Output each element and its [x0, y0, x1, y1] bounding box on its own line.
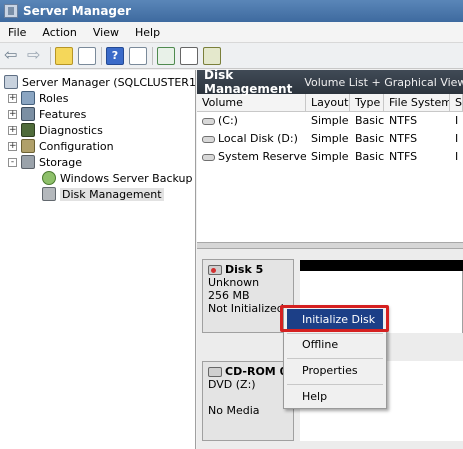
volume-status: I	[455, 114, 459, 127]
show-hide-tree-icon[interactable]	[78, 46, 96, 65]
tree-item-windows-server-backup[interactable]: Windows Server Backup	[42, 170, 193, 186]
diagnostics-icon	[21, 123, 35, 137]
tree-item-roles[interactable]: + Roles	[8, 90, 68, 106]
volume-status: I	[455, 150, 459, 163]
up-folder-icon[interactable]	[55, 46, 73, 65]
volume-icon	[202, 153, 215, 161]
disk-not-initialized-icon	[208, 264, 222, 275]
volume-type: Basic	[355, 132, 384, 145]
back-icon[interactable]	[4, 45, 22, 65]
table-row[interactable]: (C:) Simple Basic NTFS I	[197, 112, 463, 130]
features-icon	[21, 107, 35, 121]
roles-icon	[21, 91, 35, 105]
tree-item-features[interactable]: + Features	[8, 106, 86, 122]
disk-name: Disk 5	[225, 263, 264, 276]
highlight-callout-box	[280, 305, 389, 332]
volume-icon	[202, 135, 215, 143]
table-row[interactable]: Local Disk (D:) Simple Basic NTFS I	[197, 130, 463, 148]
volume-status: I	[455, 132, 459, 145]
tree-item-configuration[interactable]: + Configuration	[8, 138, 114, 154]
disk-size: 256 MB	[208, 289, 250, 302]
disk-5-partition-bar	[300, 260, 463, 271]
pane-splitter[interactable]	[197, 242, 463, 249]
volume-name: (C:)	[218, 114, 238, 127]
expand-toggle[interactable]: +	[8, 125, 17, 135]
title-bar: Server Manager	[0, 0, 463, 22]
volume-layout: Simple	[311, 150, 349, 163]
server-manager-icon	[4, 4, 18, 18]
configuration-icon	[21, 139, 35, 153]
cdrom-icon	[208, 366, 222, 377]
menu-view[interactable]: View	[85, 26, 127, 39]
disk-name: CD-ROM 0	[225, 365, 288, 378]
tree-label: Windows Server Backup	[60, 171, 193, 185]
menu-item-help[interactable]: Help	[287, 386, 383, 407]
disk-management-icon	[42, 187, 56, 201]
volume-icon	[202, 117, 215, 125]
disk-action-icon[interactable]	[203, 46, 221, 65]
panel-header: Disk Management Volume List + Graphical …	[197, 68, 463, 96]
tree-label: Features	[39, 107, 87, 121]
expand-toggle[interactable]: +	[8, 141, 17, 151]
volume-layout: Simple	[311, 132, 349, 145]
tree-label: Roles	[39, 91, 69, 105]
navigation-tree: Server Manager (SQLCLUSTER1) + Roles + F…	[0, 70, 200, 449]
column-header-layout[interactable]: Layout	[306, 94, 350, 111]
window-title: Server Manager	[23, 4, 132, 18]
toolbar-separator	[50, 46, 51, 65]
toolbar-separator	[101, 46, 102, 65]
help-icon[interactable]: ?	[106, 46, 124, 65]
menu-action[interactable]: Action	[34, 26, 84, 39]
volume-file-system: NTFS	[389, 114, 418, 127]
view-selector[interactable]: Volume List + Graphical View	[304, 76, 463, 89]
disk-state: No Media	[208, 404, 260, 417]
column-header-volume[interactable]: Volume	[197, 94, 306, 111]
disk-kind: DVD (Z:)	[208, 378, 256, 391]
backup-icon	[42, 171, 56, 185]
disk-state: Not Initialized	[208, 302, 284, 315]
collapse-toggle[interactable]: -	[8, 157, 17, 167]
refresh-icon[interactable]	[157, 46, 175, 65]
volume-name: Local Disk (D:)	[218, 132, 298, 145]
forward-icon[interactable]	[27, 45, 45, 65]
tree-item-diagnostics[interactable]: + Diagnostics	[8, 122, 103, 138]
server-icon	[4, 75, 18, 89]
volume-name: System Reserved	[218, 150, 306, 163]
tree-label: Diagnostics	[39, 123, 103, 137]
menu-separator	[287, 358, 383, 359]
column-header-file-system[interactable]: File System	[384, 94, 450, 111]
volume-list-header: Volume Layout Type File System S	[197, 94, 463, 112]
cdrom-0-info[interactable]: CD-ROM 0 DVD (Z:) No Media	[202, 361, 294, 441]
tree-label: Storage	[39, 155, 83, 169]
volume-type: Basic	[355, 150, 384, 163]
disk-kind: Unknown	[208, 276, 260, 289]
tree-item-disk-management[interactable]: Disk Management	[42, 186, 164, 202]
tree-item-storage[interactable]: - Storage	[8, 154, 82, 170]
tree-item-server-manager[interactable]: Server Manager (SQLCLUSTER1)	[4, 74, 200, 90]
expand-toggle[interactable]: +	[8, 93, 17, 103]
volume-file-system: NTFS	[389, 150, 418, 163]
properties-icon[interactable]	[180, 46, 198, 65]
menu-bar: File Action View Help	[0, 22, 463, 43]
toolbar-separator	[152, 46, 153, 65]
menu-item-offline[interactable]: Offline	[287, 334, 383, 355]
toolbar: ?	[0, 43, 463, 69]
volume-layout: Simple	[311, 114, 349, 127]
tree-label: Configuration	[39, 139, 114, 153]
menu-help[interactable]: Help	[127, 26, 168, 39]
volume-type: Basic	[355, 114, 384, 127]
column-header-type[interactable]: Type	[350, 94, 384, 111]
menu-item-properties[interactable]: Properties	[287, 360, 383, 381]
menu-separator	[287, 384, 383, 385]
panel-title: Disk Management	[204, 68, 293, 96]
table-row[interactable]: System Reserved Simple Basic NTFS I	[197, 148, 463, 166]
menu-file[interactable]: File	[0, 26, 34, 39]
tree-label: Server Manager (SQLCLUSTER1)	[22, 75, 201, 89]
column-header-status[interactable]: S	[450, 94, 463, 111]
expand-toggle[interactable]: +	[8, 109, 17, 119]
volume-file-system: NTFS	[389, 132, 418, 145]
tree-label: Disk Management	[60, 187, 164, 201]
console-grid-icon[interactable]	[129, 46, 147, 65]
storage-icon	[21, 155, 35, 169]
